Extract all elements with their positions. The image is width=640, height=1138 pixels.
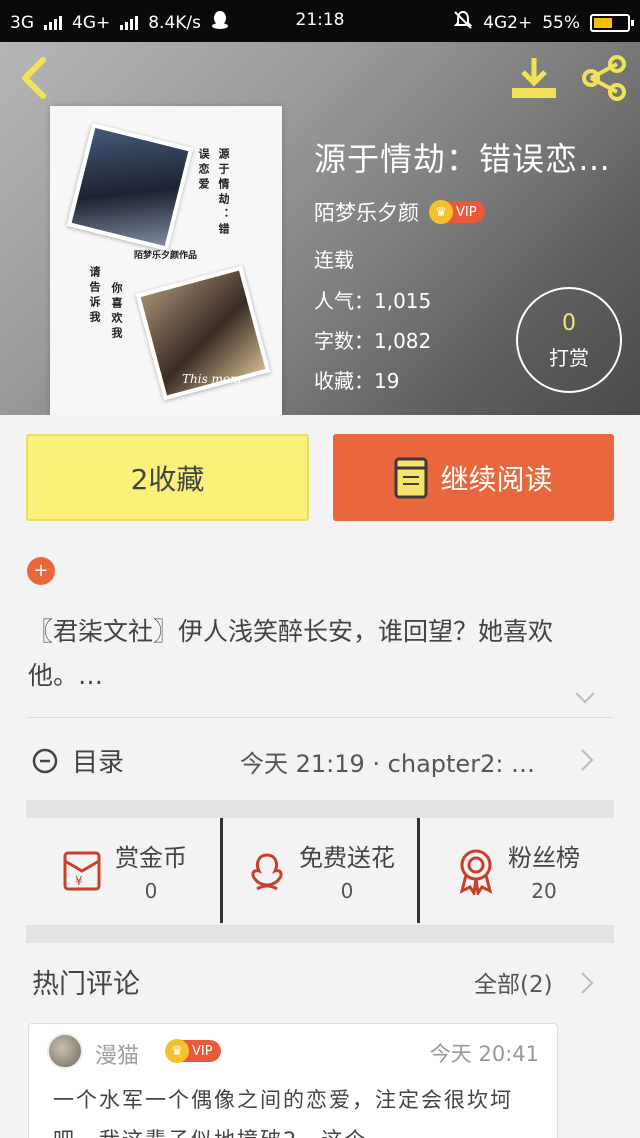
medal-icon (459, 849, 493, 895)
book-title: 源于情劫：错误恋… (314, 140, 612, 178)
book-icon (394, 457, 428, 498)
vip-badge: ♛ VIP (429, 200, 485, 224)
book-description: 〖君柒文社〗伊人浅笑醉长安，谁回望？她喜欢他。… (28, 617, 554, 690)
favorites-count: 收藏：19 (314, 369, 400, 393)
chevron-left-icon (22, 57, 46, 99)
avatar[interactable] (47, 1033, 83, 1069)
comment-time: 今天 20:41 (429, 1042, 539, 1066)
stat-value: 0 (144, 879, 158, 903)
table-of-contents-row[interactable]: 目录 今天 21:19 · chapter2: … (0, 720, 640, 800)
comment-card[interactable]: 漫猫 ♛ VIP 今天 20:41 一个水军一个偶像之间的恋爱，注定会很坎坷吧。… (28, 1023, 558, 1138)
hot-comments-title: 热门评论 (32, 969, 140, 1000)
tip-label: 打赏 (549, 346, 589, 370)
author-row: 陌梦乐夕颜 ♛ VIP (314, 197, 485, 227)
book-header: 源于情劫：错 误恋爱 请告诉我 你喜欢我 陌梦乐夕颜作品 This mom 源于… (0, 42, 640, 415)
stat-label: 赏金币 (115, 844, 187, 872)
interaction-stats: ¥ 赏金币 0 免费送花 0 粉丝榜 20 (26, 818, 614, 923)
book-cover[interactable]: 源于情劫：错 误恋爱 请告诉我 你喜欢我 陌梦乐夕颜作品 This mom (50, 106, 282, 415)
author-name[interactable]: 陌梦乐夕颜 (314, 197, 419, 227)
vip-label: VIP (192, 1043, 213, 1059)
stat-value: 0 (340, 879, 354, 903)
free-flower[interactable]: 免费送花 0 (220, 818, 417, 923)
comment-text: 一个水军一个偶像之间的恋爱，注定会很坎坷吧。我这辈子似地撞破2，这个 (53, 1088, 513, 1138)
vip-badge: ♛ VIP (165, 1039, 221, 1063)
cover-text: 你喜欢我 (110, 282, 123, 342)
section-spacer (26, 925, 614, 943)
catalog-icon (32, 748, 58, 773)
cover-title: 误恋爱 (197, 148, 210, 193)
gold-coin-reward[interactable]: ¥ 赏金币 0 (26, 818, 220, 923)
cover-title: 源于情劫：错 (217, 148, 230, 238)
share-button[interactable] (578, 52, 630, 104)
stat-label: 粉丝榜 (508, 844, 580, 872)
svg-text:¥: ¥ (75, 874, 83, 888)
battery-icon (590, 13, 634, 32)
fan-ranking[interactable]: 粉丝榜 20 (417, 818, 614, 923)
chevron-down-icon (575, 692, 595, 704)
back-button[interactable] (8, 52, 60, 104)
stat-value: 20 (531, 879, 557, 903)
tip-button[interactable]: 0 打赏 (516, 287, 622, 393)
toc-label: 目录 (72, 748, 125, 778)
chevron-right-icon[interactable] (580, 971, 594, 999)
add-tag-button[interactable]: + (27, 557, 55, 585)
crown-icon: ♛ (429, 200, 453, 224)
cover-author: 陌梦乐夕颜作品 (134, 251, 198, 261)
continue-reading-label: 继续阅读 (440, 462, 553, 496)
flower-icon (251, 852, 283, 890)
all-comments-link[interactable]: 全部(2) (474, 965, 553, 999)
network-label: 4G2+ (483, 12, 533, 33)
red-envelope-icon: ¥ (63, 851, 101, 890)
popularity: 人气：1,015 (314, 289, 432, 313)
collect-button[interactable]: 2收藏 (26, 434, 309, 521)
chevron-right-icon (580, 748, 594, 776)
status-bar: 3G 4G+ 8.4K/s 21:18 4G2+ 55% (0, 0, 640, 42)
continue-reading-button[interactable]: 继续阅读 (333, 434, 614, 521)
word-count: 字数：1,082 (314, 329, 432, 353)
cover-photo (66, 122, 194, 252)
latest-chapter: 今天 21:19 · chapter2: … (240, 750, 536, 778)
stat-label: 免费送花 (299, 844, 395, 872)
book-status: 连载 (314, 248, 354, 272)
vip-label: VIP (456, 204, 477, 220)
cover-caption: This mom (182, 372, 242, 386)
cover-text: 请告诉我 (88, 266, 101, 326)
download-button[interactable] (508, 52, 560, 104)
share-icon (582, 55, 626, 101)
commenter-name[interactable]: 漫猫 (95, 1038, 139, 1070)
download-icon (512, 58, 556, 98)
divider (26, 717, 614, 718)
crown-icon: ♛ (165, 1039, 189, 1063)
section-spacer (26, 800, 614, 818)
mute-icon (453, 10, 473, 35)
tip-count: 0 (562, 311, 576, 336)
expand-button[interactable] (574, 690, 596, 709)
battery-percent: 55% (542, 12, 580, 33)
